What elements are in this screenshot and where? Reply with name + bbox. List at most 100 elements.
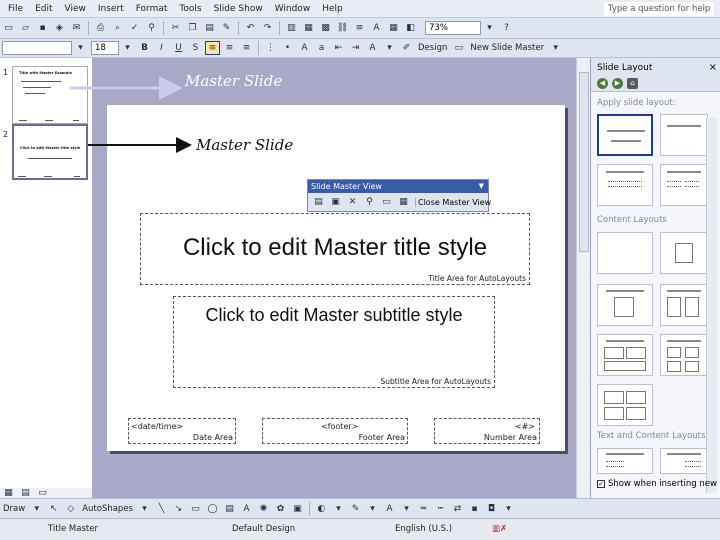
open-icon[interactable]: ▱ (18, 21, 33, 35)
autoshapes-button[interactable]: AutoShapes (79, 504, 136, 514)
task-pane-title[interactable]: Slide Layout (597, 63, 652, 73)
text-box-icon[interactable]: ▤ (222, 502, 237, 516)
preserve-master-icon[interactable]: ⚲ (362, 195, 377, 209)
insert-slide-master-icon[interactable]: ▤ (311, 195, 326, 209)
chevron-down-icon[interactable]: ▾ (120, 41, 135, 55)
line-icon[interactable]: ╲ (154, 502, 169, 516)
slide-thumbnail-2[interactable]: Click to edit Master title style (12, 124, 88, 180)
menu-help[interactable]: Help (316, 4, 349, 14)
layout-two-column-text[interactable] (660, 164, 708, 206)
footer-placeholder[interactable]: <footer> Footer Area (262, 418, 408, 444)
fill-color-icon[interactable]: ◐ (314, 502, 329, 516)
undo-icon[interactable]: ↶ (243, 21, 258, 35)
design-button[interactable]: Design (415, 43, 450, 53)
menu-edit[interactable]: Edit (29, 4, 58, 14)
slide-sorter-icon[interactable]: ▤ (18, 488, 33, 498)
design-icon[interactable]: ✐ (399, 41, 414, 55)
show-when-inserting-option[interactable]: ✓ Show when inserting new slides (597, 479, 720, 489)
menu-file[interactable]: File (2, 4, 29, 14)
rename-master-icon[interactable]: ▭ (379, 195, 394, 209)
select-objects-icon[interactable]: ↖ (46, 502, 61, 516)
decrease-indent-icon[interactable]: ⇤ (331, 41, 346, 55)
layout-title-content-text[interactable] (660, 448, 708, 474)
back-icon[interactable]: ◀ (597, 78, 608, 89)
layout-title-text[interactable] (597, 164, 653, 206)
hyperlink-icon[interactable]: ⛓ (335, 21, 350, 35)
permission-icon[interactable]: ◈ (52, 21, 67, 35)
zoom-select[interactable]: 73% (425, 21, 481, 35)
font-size-select[interactable]: 18 (91, 41, 119, 55)
chevron-down-icon[interactable]: ▾ (501, 502, 516, 516)
format-painter-icon[interactable]: ✎ (219, 21, 234, 35)
print-icon[interactable]: ⎙ (93, 21, 108, 35)
layout-title-slide[interactable] (597, 114, 653, 156)
shadow-button[interactable]: S (188, 41, 203, 55)
vertical-scrollbar[interactable] (576, 58, 590, 498)
line-style-icon[interactable]: ═ (416, 502, 431, 516)
diagram-icon[interactable]: ✺ (256, 502, 271, 516)
numbering-icon[interactable]: ⋮ (263, 41, 278, 55)
table-icon[interactable]: ▦ (301, 21, 316, 35)
master-layout-icon[interactable]: ▦ (396, 195, 411, 209)
paste-icon[interactable]: ▤ (202, 21, 217, 35)
draw-menu-button[interactable]: Draw (0, 504, 28, 514)
layout-title-two-content[interactable] (660, 284, 708, 326)
layout-four-content[interactable] (597, 384, 653, 426)
arrow-style-icon[interactable]: ⇄ (450, 502, 465, 516)
new-slide-master-button[interactable]: New Slide Master (467, 43, 547, 53)
chevron-down-icon[interactable]: ▼ (479, 180, 484, 193)
menu-insert[interactable]: Insert (92, 4, 130, 14)
save-icon[interactable]: ▪ (35, 21, 50, 35)
chevron-down-icon[interactable]: ▾ (382, 41, 397, 55)
dash-style-icon[interactable]: ┅ (433, 502, 448, 516)
number-placeholder[interactable]: <#> Number Area (434, 418, 540, 444)
wordart-icon[interactable]: A (239, 502, 254, 516)
help-search-input[interactable]: Type a question for help (604, 2, 714, 16)
align-right-icon[interactable]: ≡ (239, 41, 254, 55)
chevron-down-icon[interactable]: ▾ (365, 502, 380, 516)
forward-icon[interactable]: ▶ (612, 78, 623, 89)
italic-button[interactable]: I (154, 41, 169, 55)
chevron-down-icon[interactable]: ▾ (29, 502, 44, 516)
checkbox-checked-icon[interactable]: ✓ (597, 480, 605, 488)
align-left-icon[interactable]: ≡ (205, 41, 220, 55)
help-icon[interactable]: ? (499, 21, 514, 35)
expand-all-icon[interactable]: ≡ (352, 21, 367, 35)
font-color-icon[interactable]: A (365, 41, 380, 55)
cut-icon[interactable]: ✂ (168, 21, 183, 35)
rectangle-icon[interactable]: ▭ (188, 502, 203, 516)
close-master-view-button[interactable]: Close Master View (415, 197, 493, 207)
layout-content[interactable] (660, 232, 708, 274)
slide-master-view-titlebar[interactable]: Slide Master View ▼ (308, 180, 488, 193)
home-icon[interactable]: ⌂ (627, 78, 638, 89)
new-icon[interactable]: ▭ (1, 21, 16, 35)
chevron-down-icon[interactable]: ▾ (482, 21, 497, 35)
color-grayscale-icon[interactable]: ◧ (403, 21, 418, 35)
increase-font-icon[interactable]: A (297, 41, 312, 55)
align-center-icon[interactable]: ≡ (222, 41, 237, 55)
normal-view-icon[interactable]: ▦ (1, 488, 16, 498)
font-color-draw-icon[interactable]: A (382, 502, 397, 516)
chevron-down-icon[interactable]: ▾ (73, 41, 88, 55)
task-pane-scrollbar[interactable] (706, 118, 717, 493)
slide-thumbnail-1[interactable]: Title with Master Example (12, 66, 88, 124)
spelling-status-icon[interactable]: ▥✗ (492, 524, 507, 534)
delete-master-icon[interactable]: ✕ (345, 195, 360, 209)
email-icon[interactable]: ✉ (69, 21, 84, 35)
tables-borders-icon[interactable]: ▩ (318, 21, 333, 35)
new-slide-master-icon[interactable]: ▭ (451, 41, 466, 55)
print-preview-icon[interactable]: ⌕ (110, 21, 125, 35)
bullets-icon[interactable]: • (280, 41, 295, 55)
3d-style-icon[interactable]: ◘ (484, 502, 499, 516)
menu-format[interactable]: Format (130, 4, 174, 14)
layout-title-content[interactable] (597, 284, 653, 326)
close-icon[interactable]: × (709, 58, 717, 78)
arrow-icon[interactable]: ↘ (171, 502, 186, 516)
insert-title-master-icon[interactable]: ▣ (328, 195, 343, 209)
increase-indent-icon[interactable]: ⇥ (348, 41, 363, 55)
title-placeholder[interactable]: Click to edit Master title style Title A… (140, 213, 530, 285)
copy-icon[interactable]: ❐ (185, 21, 200, 35)
layout-title-content-over[interactable] (597, 334, 653, 376)
menu-slide-show[interactable]: Slide Show (208, 4, 269, 14)
slide-master-view-toolbar[interactable]: Slide Master View ▼ ▤ ▣ ✕ ⚲ ▭ ▦ Close Ma… (307, 179, 491, 212)
